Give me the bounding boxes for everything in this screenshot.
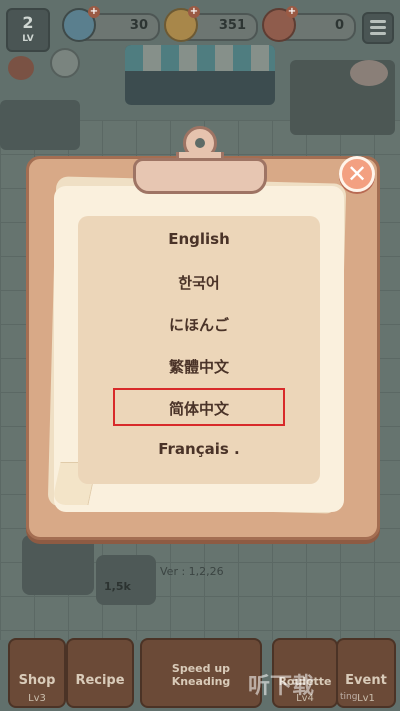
currency-coins-value: 351 <box>218 18 246 33</box>
language-option-traditional-chinese[interactable]: 繁體中文 <box>78 356 320 377</box>
player-level-number: 2 <box>22 13 34 32</box>
speed-up-kneading-label: Speed up Kneading <box>171 662 231 688</box>
close-button[interactable]: ✕ <box>339 156 375 192</box>
event-button-label: Event <box>345 673 387 688</box>
hamburger-menu-button[interactable] <box>362 12 394 44</box>
language-option-english[interactable]: English <box>78 230 320 248</box>
price-label: 1,5k <box>104 580 131 593</box>
watermark-text: 听下载 <box>248 674 315 699</box>
shop-button-label: Shop <box>18 673 56 688</box>
clipboard-clip <box>133 158 267 194</box>
shop-awning <box>125 45 275 71</box>
watermark-subtext: ting <box>340 692 358 702</box>
shop-counter <box>125 45 275 105</box>
menu-bar-icon <box>370 26 386 29</box>
language-option-partial[interactable] <box>78 478 320 484</box>
language-list[interactable]: English 한국어 にほんご 繁體中文 简体中文 Français . <box>78 216 320 484</box>
bread-tile <box>22 535 94 595</box>
language-option-korean[interactable]: 한국어 <box>78 272 320 293</box>
recipe-button[interactable]: Recipe <box>66 638 134 708</box>
add-coffee-plus-icon[interactable]: + <box>88 6 100 18</box>
add-coins-plus-icon[interactable]: + <box>188 6 200 18</box>
speed-up-kneading-button[interactable]: Speed up Kneading <box>140 638 262 708</box>
version-label: Ver : 1,2,26 <box>160 565 224 578</box>
cat-character <box>8 56 34 80</box>
language-option-simplified-chinese[interactable]: 简体中文 <box>78 398 320 419</box>
pig-character <box>350 60 388 86</box>
language-option-french[interactable]: Français . <box>78 440 320 458</box>
oven-counter <box>0 100 80 150</box>
menu-bar-icon <box>370 20 386 23</box>
language-option-japanese[interactable]: にほんご <box>78 314 320 335</box>
settings-gear-icon[interactable] <box>50 48 80 78</box>
clip-ring-hole <box>195 138 205 148</box>
shop-button[interactable]: Shop Lv3 <box>8 638 66 708</box>
currency-coffee-value: 30 <box>129 18 148 33</box>
shop-button-level: Lv3 <box>28 693 46 704</box>
player-level-badge[interactable]: 2 LV <box>6 8 50 52</box>
currency-tickets-value: 0 <box>334 18 344 33</box>
player-level-label: LV <box>22 34 34 44</box>
menu-bar-icon <box>370 32 386 35</box>
add-tickets-plus-icon[interactable]: + <box>286 6 298 18</box>
recipe-button-label: Recipe <box>75 673 125 688</box>
